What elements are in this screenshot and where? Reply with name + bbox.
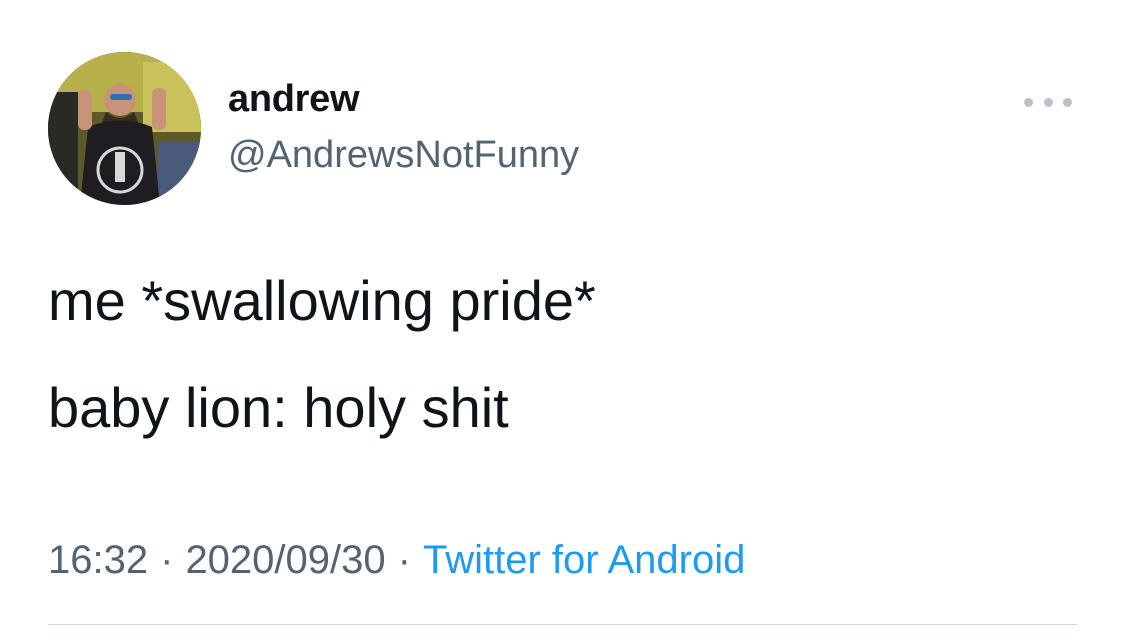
more-options-icon[interactable] [1024,88,1072,116]
tweet-card: andrew @AndrewsNotFunny me *swallowing p… [0,0,1125,637]
tweet-meta: 16:32 · 2020/09/30 · Twitter for Android [48,538,745,583]
tweet-date[interactable]: 2020/09/30 [185,538,385,582]
tweet-line: baby lion: holy shit [48,376,509,439]
more-dot [1063,97,1072,107]
display-name[interactable]: andrew [228,78,360,121]
more-dot [1024,97,1033,107]
divider [48,624,1077,625]
meta-separator: · [160,538,174,582]
tweet-line: me *swallowing pride* [48,269,596,332]
tweet-time[interactable]: 16:32 [48,538,148,582]
avatar-image [48,52,201,205]
more-dot [1043,97,1053,107]
tweet-text: me *swallowing pride* baby lion: holy sh… [48,268,1078,441]
avatar[interactable] [48,52,201,205]
tweet-source-link[interactable]: Twitter for Android [423,538,745,582]
user-handle[interactable]: @AndrewsNotFunny [228,134,579,177]
meta-separator: · [397,538,411,582]
